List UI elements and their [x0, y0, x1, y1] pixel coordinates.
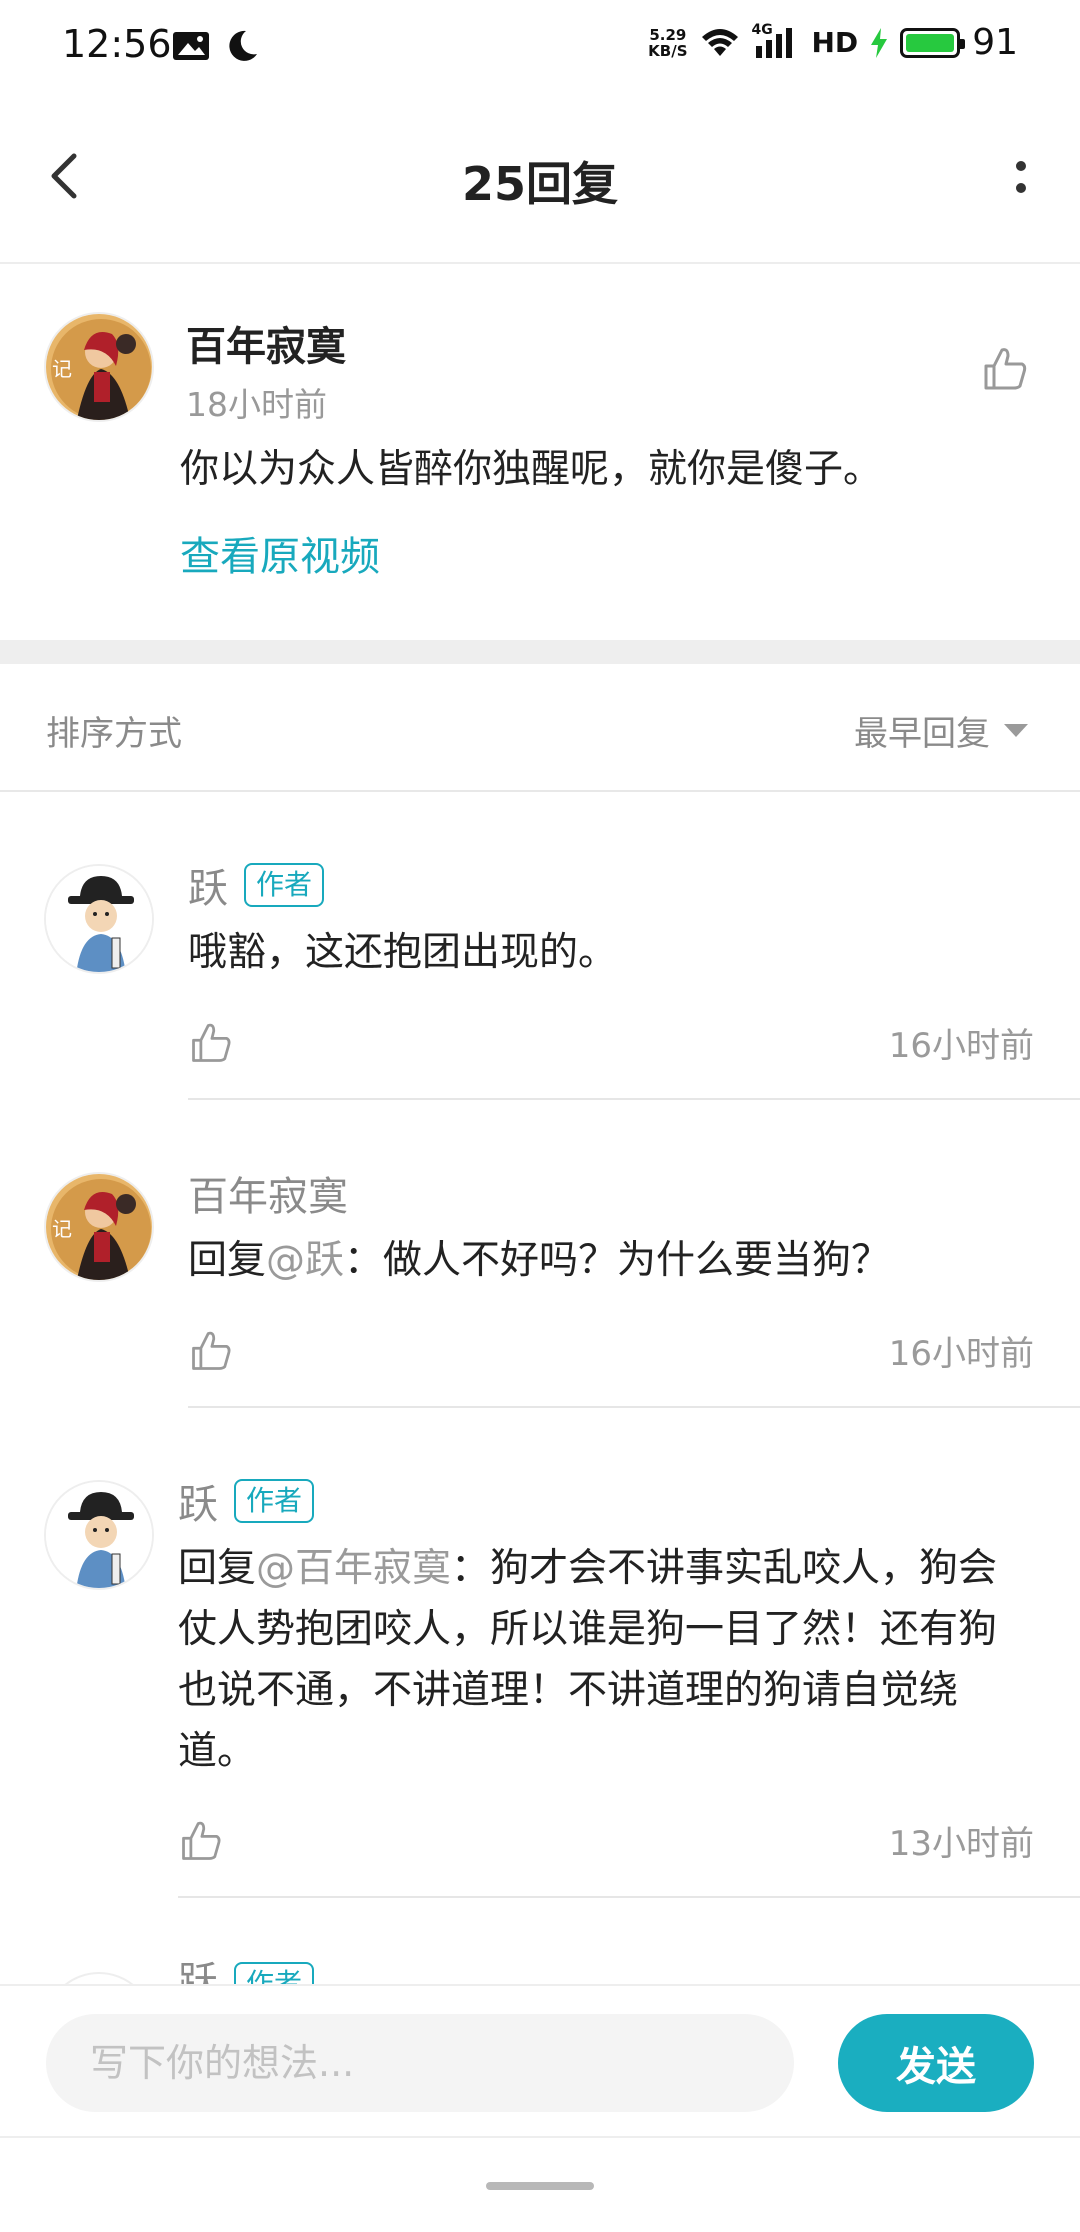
moon-icon — [229, 30, 257, 61]
gesture-nav-bar — [0, 2136, 1080, 2232]
hd-indicator: HD — [811, 26, 859, 59]
reply-text: 回复@跃：做人不好吗？为什么要当狗？ — [188, 1230, 1028, 1291]
network-type: 4G — [751, 21, 773, 38]
reply-author[interactable]: 跃 — [178, 1472, 218, 1530]
send-button[interactable]: 发送 — [838, 2014, 1034, 2112]
avatar-image — [46, 1482, 152, 1588]
reply-text: 回复@百年寂寞：狗才会不讲事实乱咬人，狗会仗人势抱团咬人，所以谁是狗一目了然！还… — [178, 1538, 1034, 1782]
avatar[interactable] — [44, 864, 154, 974]
reply-time: 16小时前 — [888, 1026, 1034, 1066]
reply-mention[interactable]: @百年寂寞 — [256, 1546, 451, 1591]
reply-prefix: 回复 — [188, 1238, 267, 1283]
avatar-image: 记 — [46, 314, 152, 420]
comment-author[interactable]: 百年寂寞 — [186, 314, 346, 372]
battery-fill — [906, 33, 955, 52]
main-comment: 记 百年寂寞 18小时前 你以为众人皆醉你独醒呢，就你是傻子。 查看原视频 — [0, 266, 1080, 640]
reply-author[interactable]: 百年寂寞 — [188, 1164, 348, 1222]
status-left-icons — [172, 28, 260, 64]
status-time: 12:56 — [62, 22, 172, 66]
sort-value: 最早回复 — [854, 714, 990, 754]
thumbs-up-icon[interactable] — [178, 1818, 224, 1864]
reply-divider — [178, 1896, 1080, 1898]
thumbs-up-icon[interactable] — [188, 1020, 234, 1066]
avatar[interactable] — [44, 1972, 154, 1984]
signal-icon: 4G — [752, 22, 800, 60]
reply-item-partial: 跃 作者 — [0, 1960, 1080, 1984]
comment-input[interactable] — [46, 2014, 794, 2112]
thumbs-up-icon[interactable] — [188, 1328, 234, 1374]
reply-item: 跃 作者 回复@百年寂寞：狗才会不讲事实乱咬人，狗会仗人势抱团咬人，所以谁是狗一… — [0, 1408, 1080, 1898]
reply-time: 16小时前 — [888, 1334, 1034, 1374]
reply-mention[interactable]: @跃 — [266, 1238, 344, 1283]
view-original-video-link[interactable]: 查看原视频 — [180, 524, 380, 582]
charging-icon — [871, 27, 888, 58]
sort-label: 排序方式 — [46, 714, 182, 754]
svg-text:记: 记 — [52, 357, 72, 381]
reply-meta: 跃 作者 — [188, 856, 325, 914]
reply-item: 跃 作者 哦豁，这还抱团出现的。 16小时前 — [0, 792, 1080, 1100]
comment-text: 你以为众人皆醉你独醒呢，就你是傻子。 — [180, 447, 883, 492]
net-speed-value: 5.29 — [649, 25, 687, 44]
reply-meta: 跃 作者 — [178, 1962, 315, 1984]
avatar-image — [46, 866, 152, 972]
avatar[interactable]: 记 — [44, 312, 154, 422]
section-divider — [0, 640, 1080, 664]
reply-item: 记 百年寂寞 回复@跃：做人不好吗？为什么要当狗？ 16小时前 — [0, 1100, 1080, 1408]
caret-down-icon — [1004, 724, 1028, 737]
avatar-image: 记 — [46, 1174, 152, 1280]
reply-body: ：做人不好吗？为什么要当狗？ — [344, 1238, 891, 1283]
reply-author[interactable]: 跃 — [188, 856, 228, 914]
thumbs-up-icon[interactable] — [980, 344, 1030, 394]
status-bar: 12:56 5.29 KB/S 4G HD 91 — [0, 0, 1080, 96]
home-indicator[interactable] — [486, 2182, 594, 2190]
avatar[interactable] — [44, 1480, 154, 1590]
reply-body: 哦豁，这还抱团出现的。 — [188, 930, 618, 975]
svg-text:记: 记 — [52, 1217, 72, 1241]
sort-dropdown[interactable]: 最早回复 — [854, 706, 1028, 755]
status-right-icons: 5.29 KB/S 4G HD 91 — [648, 22, 1018, 64]
reply-author[interactable]: 跃 — [178, 1962, 218, 1984]
sort-bar: 排序方式 最早回复 — [0, 664, 1080, 792]
author-badge: 作者 — [234, 1962, 315, 1984]
image-notification-icon — [173, 32, 209, 60]
battery-icon — [900, 27, 966, 58]
reply-meta: 跃 作者 — [178, 1472, 315, 1530]
comment-time: 18小时前 — [186, 385, 327, 424]
net-speed: 5.29 KB/S — [648, 27, 687, 59]
header: 25回复 — [0, 96, 1080, 264]
battery-level: 91 — [972, 22, 1018, 63]
author-badge: 作者 — [234, 1479, 315, 1523]
page-title: 25回复 — [461, 157, 618, 211]
reply-meta: 百年寂寞 — [188, 1164, 348, 1222]
avatar[interactable]: 记 — [44, 1172, 154, 1282]
author-badge: 作者 — [244, 863, 325, 907]
wifi-icon — [701, 28, 738, 56]
reply-time: 13小时前 — [888, 1824, 1034, 1864]
more-options-icon[interactable] — [1006, 154, 1036, 204]
reply-prefix: 回复 — [178, 1546, 257, 1591]
comment-input-bar: 发送 — [0, 1984, 1080, 2136]
net-speed-unit: KB/S — [648, 41, 688, 60]
reply-text: 哦豁，这还抱团出现的。 — [188, 922, 1028, 983]
